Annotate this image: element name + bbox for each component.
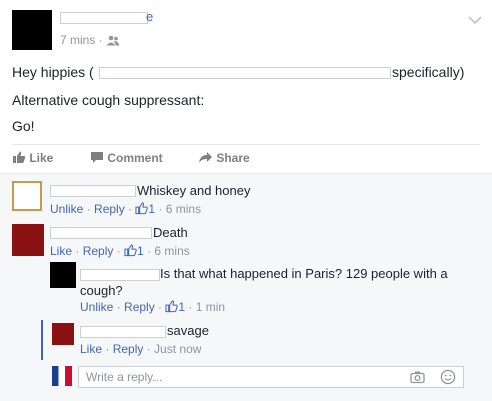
comment-1-unlike-link[interactable]: Unlike bbox=[50, 202, 83, 216]
comment-1-like-count-icon[interactable] bbox=[135, 202, 149, 219]
reply-2-text: savage bbox=[167, 323, 209, 338]
reply-1-like-count-icon[interactable] bbox=[165, 300, 179, 317]
post-body: Hey hippies ( specifically) Alternative … bbox=[12, 63, 464, 135]
comment-2-actions: Like · Reply · 1 · 6 mins bbox=[50, 244, 190, 261]
share-action-label: Share bbox=[216, 151, 250, 165]
reply-1-unlike-link[interactable]: Unlike bbox=[80, 300, 113, 314]
post-line3: Go! bbox=[12, 118, 35, 134]
audience-friends-icon[interactable] bbox=[106, 35, 120, 50]
post-line1-prefix: Hey hippies ( bbox=[12, 64, 94, 80]
reply-1-reply-link[interactable]: Reply bbox=[124, 300, 155, 314]
comment-1-actions: Unlike · Reply · 1 · 6 mins bbox=[50, 202, 201, 219]
reply-2-like-link[interactable]: Like bbox=[80, 342, 102, 356]
reply-input-placeholder: Write a reply... bbox=[86, 370, 163, 384]
comment-2-avatar[interactable] bbox=[12, 224, 44, 256]
post-line2: Alternative cough suppressant: bbox=[12, 92, 205, 108]
camera-icon[interactable] bbox=[410, 370, 425, 389]
author-name-redacted[interactable] bbox=[60, 12, 148, 24]
like-action-label: Like bbox=[29, 151, 54, 165]
meta-separator: · bbox=[98, 33, 103, 47]
comment-2-like-link[interactable]: Like bbox=[50, 244, 72, 258]
comment-2-reply-link[interactable]: Reply bbox=[83, 244, 114, 258]
comment-2-like-count-icon[interactable] bbox=[124, 244, 137, 261]
reply-input[interactable]: Write a reply... bbox=[78, 366, 464, 388]
comment-1-text: Whiskey and honey bbox=[137, 183, 251, 198]
like-action-button[interactable]: Like bbox=[12, 151, 53, 167]
reply-2-actions: Like · Reply · Just now bbox=[80, 342, 202, 356]
comment-2-author-redacted[interactable] bbox=[50, 227, 152, 239]
share-arrow-icon bbox=[198, 151, 213, 167]
reply-2-author-redacted[interactable] bbox=[80, 326, 166, 338]
comment-action-button[interactable]: Comment bbox=[90, 151, 163, 167]
emoji-icon[interactable] bbox=[440, 369, 456, 390]
comment-2-like-count[interactable]: 1 bbox=[137, 244, 144, 258]
comment-1-time[interactable]: 6 mins bbox=[166, 202, 201, 216]
post-line1-suffix: specifically) bbox=[392, 64, 465, 80]
reply-1-author-redacted[interactable] bbox=[80, 269, 160, 281]
author-name-tail: e bbox=[146, 9, 154, 24]
reply-1-text-line2: cough? bbox=[80, 283, 123, 298]
post-meta: 7 mins · bbox=[60, 33, 120, 50]
reply-1-actions: Unlike · Reply · 1 · 1 min bbox=[80, 300, 225, 317]
author-avatar[interactable] bbox=[12, 10, 52, 50]
comment-1-author-redacted[interactable] bbox=[50, 185, 136, 197]
comment-bubble-icon bbox=[90, 151, 104, 167]
post-text-redacted bbox=[99, 67, 391, 79]
reply-1-text-line1: Is that what happened in Paris? 129 peop… bbox=[160, 266, 448, 281]
post-time[interactable]: 7 mins bbox=[60, 33, 95, 47]
comment-2-text: Death bbox=[153, 225, 188, 240]
comment-action-label: Comment bbox=[107, 151, 163, 165]
reply-thread-line bbox=[41, 320, 43, 360]
composer-avatar bbox=[52, 366, 72, 386]
post-action-divider bbox=[12, 144, 480, 145]
post-options-chevron-icon[interactable] bbox=[468, 12, 482, 25]
thumbs-up-icon bbox=[12, 151, 26, 167]
reply-2-reply-link[interactable]: Reply bbox=[113, 342, 144, 356]
comment-1-avatar[interactable] bbox=[12, 181, 42, 211]
reply-2-avatar[interactable] bbox=[52, 323, 74, 345]
comment-2-time[interactable]: 6 mins bbox=[154, 244, 189, 258]
reply-2-time[interactable]: Just now bbox=[154, 342, 201, 356]
reply-1-time[interactable]: 1 min bbox=[196, 300, 225, 314]
share-action-button[interactable]: Share bbox=[198, 151, 250, 167]
comment-1-reply-link[interactable]: Reply bbox=[94, 202, 125, 216]
reply-1-avatar[interactable] bbox=[50, 262, 76, 288]
